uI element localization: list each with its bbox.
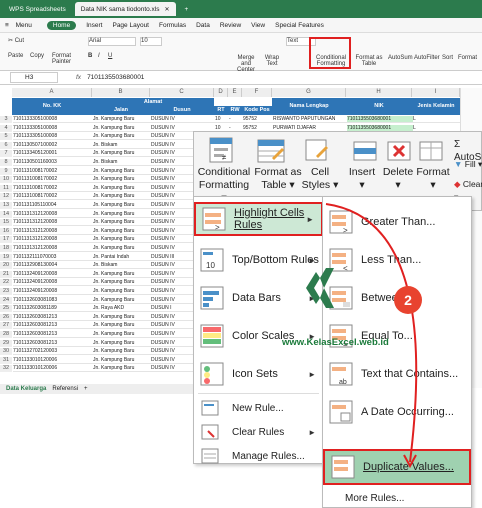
- watermark: www.KelasExcel.web.id: [282, 337, 389, 348]
- annotation-arrow: [325, 203, 418, 469]
- step-number-badge: 2: [394, 286, 422, 314]
- kelas-excel-logo-icon: [306, 268, 334, 308]
